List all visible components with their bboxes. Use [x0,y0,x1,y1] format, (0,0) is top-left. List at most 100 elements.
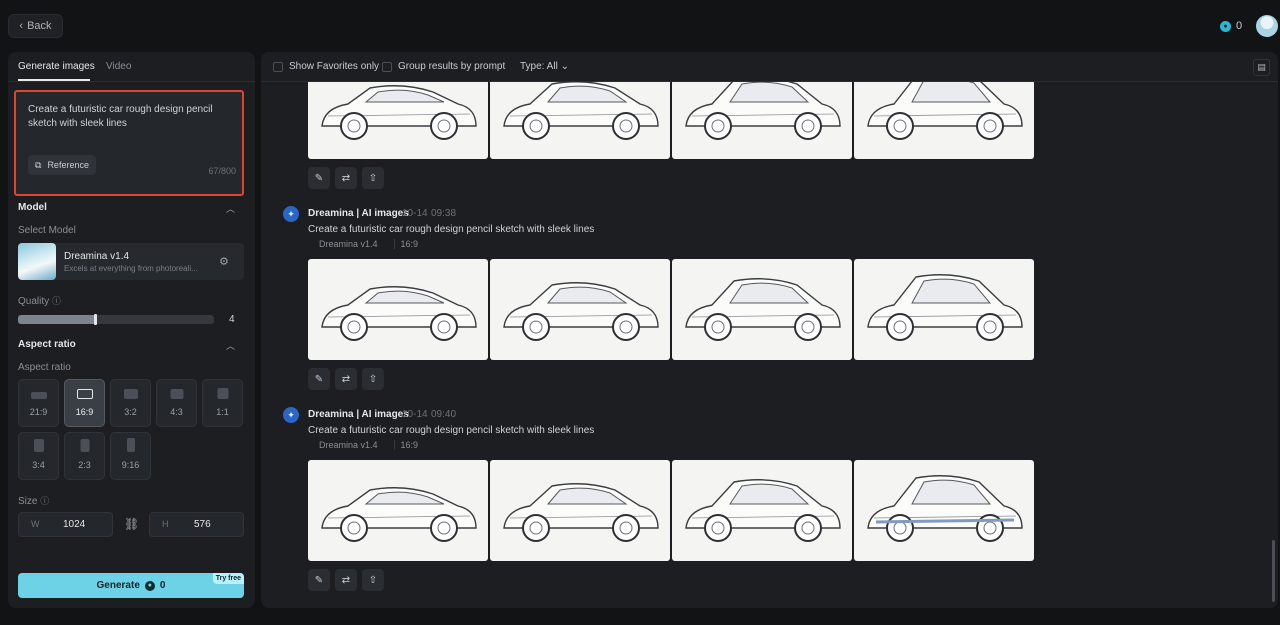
generation-ratio: 16:9 [393,440,425,450]
export-icon[interactable]: ⇧ [362,569,384,591]
edit-icon[interactable]: ✎ [308,569,330,591]
generated-image[interactable] [672,259,852,360]
image-reference-icon: ⧉ [35,159,42,170]
generated-image[interactable] [490,460,670,561]
quality-slider-handle[interactable] [94,314,98,325]
width-letter: W [31,519,40,529]
favorites-checkbox[interactable] [273,62,283,72]
aspect-ratio-shape-icon [217,388,228,399]
aspect-ratio-option[interactable]: 16:9 [64,379,105,427]
generated-image[interactable] [308,460,488,561]
aspect-ratio-shape-icon [30,392,47,399]
model-thumbnail [18,243,56,280]
favorites-label[interactable]: Show Favorites only [289,61,379,72]
collapse-model-icon[interactable]: ︿ [226,202,235,215]
char-count: 67/800 [208,166,236,176]
aspect-ratio-option[interactable]: 21:9 [18,379,59,427]
generated-image[interactable] [490,259,670,360]
generation-date: 10-14 [402,208,428,219]
collapse-aspect-icon[interactable]: ︿ [226,339,235,352]
top-bar: ‹ Back ● 0 [0,0,1280,52]
image-row-2 [308,259,1034,360]
regenerate-icon[interactable]: ⇄ [335,569,357,591]
model-section-title: Model [18,202,47,213]
model-selector[interactable]: Dreamina v1.4 Excels at everything from … [18,243,244,280]
select-model-label: Select Model [18,225,76,236]
dreamina-logo-icon: ✦ [283,407,299,423]
regenerate-icon[interactable]: ⇄ [335,368,357,390]
aspect-ratio-label: 21:9 [29,407,48,417]
generate-button[interactable]: Generate ● 0 Try free [18,573,244,598]
generated-image[interactable] [672,460,852,561]
aspect-ratio-shape-icon [80,439,89,452]
aspect-ratio-label: Aspect ratio [18,362,71,373]
edit-icon[interactable]: ✎ [308,167,330,189]
prompt-text[interactable]: Create a futuristic car rough design pen… [28,103,234,131]
back-button[interactable]: ‹ Back [8,14,63,38]
link-icon[interactable]: ⛓ [124,517,139,531]
credits-badge[interactable]: ● 0 [1214,16,1248,36]
aspect-ratio-shape-icon [33,439,44,452]
filter-bar: Show Favorites only Group results by pro… [261,52,1278,82]
aspect-ratio-option[interactable]: 1:1 [202,379,243,427]
car-sketch-image [685,278,841,341]
dreamina-logo-icon: ✦ [283,206,299,222]
generation-ratio: 16:9 [393,239,425,249]
type-filter-dropdown[interactable]: Type: All ⌄ [520,61,569,72]
info-icon: ⓘ [51,296,61,306]
generated-image[interactable] [854,460,1034,561]
credit-icon: ● [144,580,155,591]
tab-generate-images[interactable]: Generate images [18,61,95,72]
group-label[interactable]: Group results by prompt [398,61,505,72]
aspect-ratio-label: 3:2 [124,407,137,417]
aspect-ratio-option[interactable]: 3:2 [110,379,151,427]
image-row-3 [308,460,1034,561]
generate-cost: 0 [159,580,166,591]
width-value[interactable]: 1024 [63,519,85,530]
reference-label: Reference [47,160,89,170]
aspect-ratio-option[interactable]: 2:3 [64,432,105,480]
group-checkbox[interactable] [382,62,392,72]
generation-prompt: Create a futuristic car rough design pen… [308,224,595,235]
height-letter: H [162,519,169,529]
aspect-ratio-option[interactable]: 9:16 [110,432,151,480]
results-panel: Show Favorites only Group results by pro… [261,52,1278,608]
height-value[interactable]: 576 [194,519,211,530]
export-icon[interactable]: ⇧ [362,167,384,189]
size-label: Size ⓘ [18,496,50,507]
generation-time: 09:40 [431,409,457,420]
prompt-input[interactable]: Create a futuristic car rough design pen… [14,90,244,196]
generation-meta: Dreamina v1.4 16:9 [308,440,424,450]
reference-button[interactable]: ⧉ Reference [28,155,96,175]
height-field[interactable]: H 576 [149,512,244,537]
tab-video[interactable]: Video [106,61,131,72]
quality-slider[interactable] [18,314,214,325]
aspect-ratio-option[interactable]: 3:4 [18,432,59,480]
aspect-ratio-shape-icon [126,438,135,452]
regenerate-icon[interactable]: ⇄ [335,167,357,189]
credit-icon: ● [1220,20,1231,32]
edit-icon[interactable]: ✎ [308,368,330,390]
aspect-ratio-label: 9:16 [121,460,140,470]
tab-bar: Generate images Video [8,52,255,82]
generated-image[interactable] [308,259,488,360]
sliders-icon[interactable]: ⚙ [219,255,229,268]
info-icon: ⓘ [40,496,50,506]
active-tab-indicator [18,79,90,81]
generation-title: Dreamina | AI images [308,409,409,420]
export-icon[interactable]: ⇧ [362,368,384,390]
chevron-left-icon: ‹ [19,20,24,32]
avatar[interactable] [1256,15,1278,37]
scrollbar[interactable] [1272,540,1275,602]
car-sketch-image [867,274,1023,341]
generated-image[interactable] [854,259,1034,360]
generation-prompt: Create a futuristic car rough design pen… [308,425,595,436]
width-field[interactable]: W 1024 [18,512,113,537]
image-actions-3: ✎ ⇄ ⇧ [308,569,384,591]
generation-date: 10-14 [402,409,428,420]
generation-time: 09:38 [431,208,457,219]
collapse-panel-icon[interactable]: ▤ [1253,59,1270,76]
credits-count: 0 [1236,20,1243,32]
aspect-ratio-shape-icon [123,389,138,399]
aspect-ratio-option[interactable]: 4:3 [156,379,197,427]
